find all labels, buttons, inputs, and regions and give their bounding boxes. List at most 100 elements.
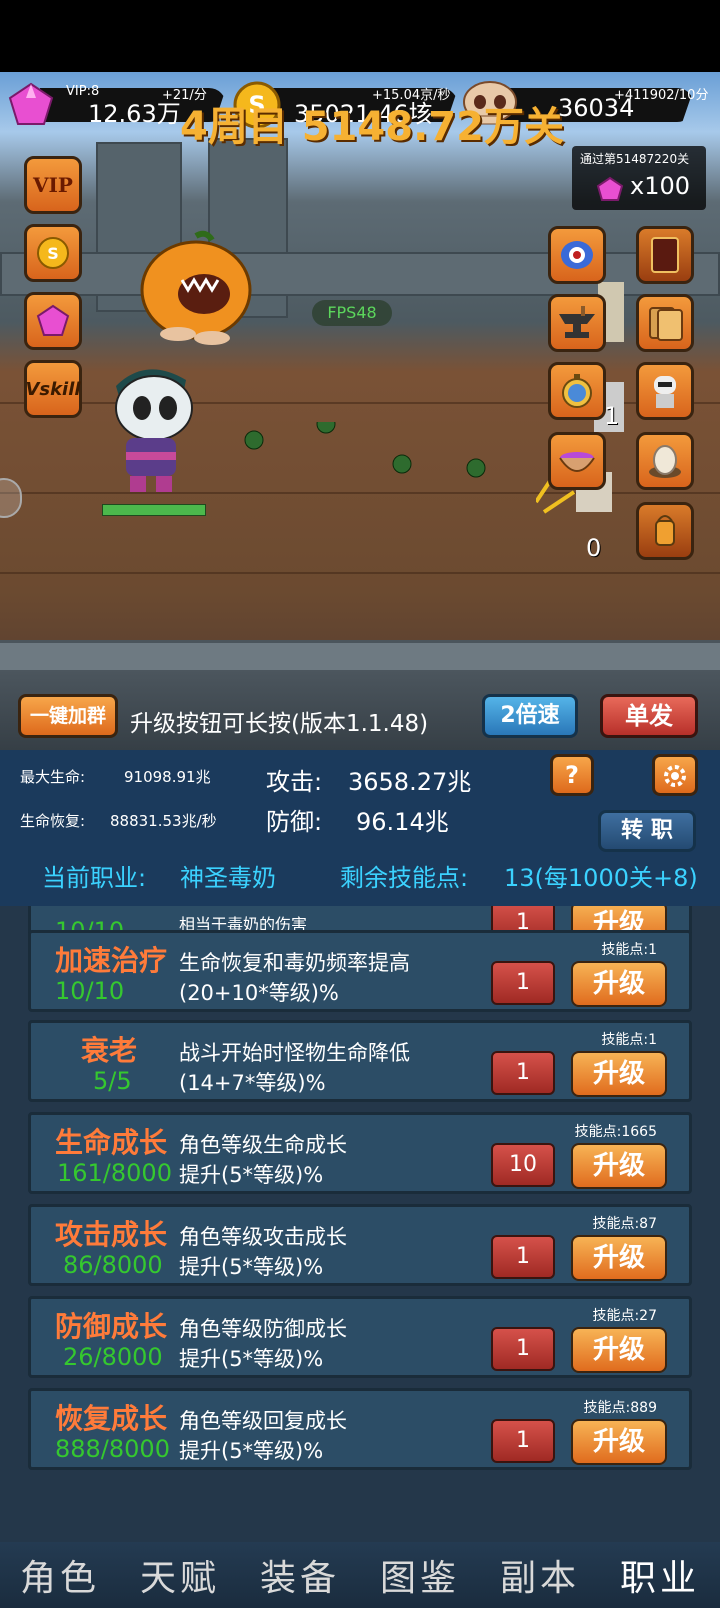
skill-desc-1: 战斗开始时怪物生命降低 xyxy=(179,1041,410,1065)
nav-dungeon[interactable]: 副本 xyxy=(500,1549,580,1601)
robot-icon xyxy=(654,376,676,408)
skill-level: 86/8000 xyxy=(63,1251,163,1279)
attack-value: 3658.27兆 xyxy=(348,768,472,796)
nav-codex[interactable]: 图鉴 xyxy=(380,1549,460,1601)
skill-upgrade-button[interactable]: 升级 xyxy=(571,961,667,1007)
skill-desc-1: 角色等级防御成长 xyxy=(179,1317,347,1341)
nav-character[interactable]: 角色 xyxy=(20,1549,100,1601)
pink-gem-icon xyxy=(8,82,54,125)
skill-qty[interactable]: 10 xyxy=(491,1143,555,1187)
skill-level: 5/5 xyxy=(93,1067,132,1095)
eye-monster-button[interactable] xyxy=(548,226,606,284)
skill-desc-2: 提升(5*等级)% xyxy=(179,1163,324,1187)
skill-qty[interactable]: 1 xyxy=(491,1327,555,1371)
potion-bowl-button[interactable] xyxy=(548,432,606,490)
skill-desc-2: 提升(5*等级)% xyxy=(179,1347,324,1371)
double-speed-button[interactable]: 2倍速 xyxy=(482,694,578,738)
stage-title: 4周目 5148.72万关 xyxy=(180,104,564,150)
skill-cost: 技能点:1665 xyxy=(574,1124,657,1140)
gem-value: 12.63万 xyxy=(88,100,181,128)
eye-monster-icon xyxy=(561,241,593,269)
anvil-icon xyxy=(559,306,595,338)
anvil-button[interactable] xyxy=(548,294,606,352)
vip-button[interactable]: VIP xyxy=(24,156,82,214)
current-job-label: 当前职业: xyxy=(42,864,147,892)
bottom-nav: 角色 天赋 装备 图鉴 副本 职业 xyxy=(0,1542,720,1608)
skill-qty[interactable]: 1 xyxy=(491,1419,555,1463)
defense-value: 96.14兆 xyxy=(356,808,449,836)
gem-shop-button[interactable] xyxy=(24,292,82,350)
join-group-button[interactable]: 一键加群 xyxy=(18,694,118,738)
skill-upgrade-button[interactable]: 升级 xyxy=(571,1327,667,1373)
skill-cost: 技能点:1 xyxy=(601,1032,657,1048)
skill-desc-2: (14+7*等级)% xyxy=(179,1071,326,1095)
skill-level: 161/8000 xyxy=(57,1159,172,1187)
job-change-button[interactable]: 转 职 xyxy=(598,810,696,852)
skill-row: 防御成长 26/8000 角色等级防御成长 提升(5*等级)% 技能点:27 1… xyxy=(28,1296,692,1378)
skill-name: 恢复成长 xyxy=(55,1402,168,1435)
skill-upgrade-button[interactable]: 升级 xyxy=(571,1235,667,1281)
lantern-icon xyxy=(655,515,675,546)
single-shot-button[interactable]: 单发 xyxy=(600,694,698,738)
skill-name: 生命成长 xyxy=(55,1126,168,1159)
nav-equipment[interactable]: 装备 xyxy=(260,1549,340,1601)
enemy-counter-bottom: 0 xyxy=(586,534,602,562)
skill-desc-2: (20+10*等级)% xyxy=(179,981,339,1005)
card-back-button[interactable] xyxy=(636,226,694,284)
svg-text:S: S xyxy=(47,244,59,263)
skill-list[interactable]: 10/10 相当于毒奶的伤害 1 升级 加速治疗 10/10 生命恢复和毒奶频率… xyxy=(0,906,720,1542)
pass-text: 通过第51487220关 xyxy=(580,152,690,166)
regen-value: 88831.53兆/秒 xyxy=(110,812,217,830)
shuriken-projectiles xyxy=(244,422,486,478)
enemy-counter-top: 1 xyxy=(604,402,620,430)
front-wall xyxy=(0,640,720,670)
egg-button[interactable] xyxy=(636,432,694,490)
max-hp-label: 最大生命: xyxy=(20,768,86,786)
skill-upgrade-button[interactable]: 升级 xyxy=(571,1419,667,1465)
skill-qty[interactable]: 1 xyxy=(491,1235,555,1279)
status-area xyxy=(0,0,720,72)
floor-crack xyxy=(0,572,720,574)
gear-icon xyxy=(664,765,686,787)
pink-gem-icon xyxy=(596,176,624,201)
attack-label: 攻击: xyxy=(266,768,323,796)
skill-cost: 技能点:87 xyxy=(592,1216,657,1232)
coin-shop-button[interactable]: S xyxy=(24,224,82,282)
pass-reward: x100 xyxy=(630,172,691,200)
pumpkin-monster xyxy=(140,230,252,345)
max-hp-value: 91098.91兆 xyxy=(124,768,211,786)
skill-points-value: 13(每1000关+8) xyxy=(504,864,698,892)
skill-desc-2: 提升(5*等级)% xyxy=(179,1439,324,1463)
stopwatch-button[interactable] xyxy=(548,362,606,420)
skill-level: 26/8000 xyxy=(63,1343,163,1371)
help-button[interactable]: ? xyxy=(550,754,594,796)
robot-button[interactable] xyxy=(636,362,694,420)
skill-name: 衰老 xyxy=(81,1034,138,1067)
cards-button[interactable] xyxy=(636,294,694,352)
skill-row: 攻击成长 86/8000 角色等级攻击成长 提升(5*等级)% 技能点:87 1… xyxy=(28,1204,692,1286)
regen-label: 生命恢复: xyxy=(20,812,86,830)
current-job-value: 神圣毒奶 xyxy=(180,864,276,892)
skill-desc-1: 生命恢复和毒奶频率提高 xyxy=(179,951,410,975)
cards-icon xyxy=(649,307,683,341)
egg-icon xyxy=(649,445,681,478)
skill-cost: 技能点:27 xyxy=(592,1308,657,1324)
skill-qty[interactable]: 1 xyxy=(491,1051,555,1095)
nav-job[interactable]: 职业 xyxy=(620,1549,700,1601)
skill-level: 10/10 xyxy=(55,977,125,1005)
skill-qty[interactable]: 1 xyxy=(491,961,555,1005)
pink-gem-icon xyxy=(36,304,70,336)
skill-upgrade-button[interactable]: 升级 xyxy=(571,1051,667,1097)
potion-bowl-icon xyxy=(559,452,595,472)
skill-upgrade-button[interactable]: 升级 xyxy=(571,1143,667,1189)
skill-name: 防御成长 xyxy=(55,1310,168,1343)
settings-button[interactable] xyxy=(652,754,698,796)
skill-name: 攻击成长 xyxy=(55,1218,168,1251)
lantern-button[interactable] xyxy=(636,502,694,560)
defense-label: 防御: xyxy=(266,808,323,836)
pass-reward-box: 通过第51487220关 x100 xyxy=(572,146,706,210)
skill-desc-1: 角色等级攻击成长 xyxy=(179,1225,347,1249)
nav-talent[interactable]: 天赋 xyxy=(140,1549,220,1601)
skill-row: 恢复成长 888/8000 角色等级回复成长 提升(5*等级)% 技能点:889… xyxy=(28,1388,692,1470)
vskill-button[interactable]: Vskill xyxy=(24,360,82,418)
